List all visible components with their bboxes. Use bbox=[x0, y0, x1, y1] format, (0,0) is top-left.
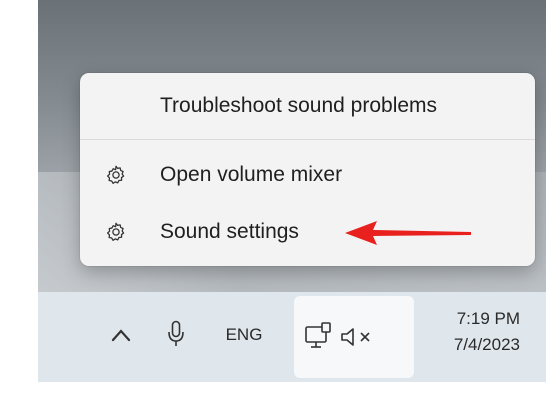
taskbar: ENG 7:19 PM 7/4/2023 bbox=[38, 292, 546, 382]
gear-icon bbox=[105, 221, 127, 243]
menu-item-label: Sound settings bbox=[160, 220, 299, 243]
menu-item-label: Troubleshoot sound problems bbox=[160, 94, 438, 117]
chevron-up-icon[interactable] bbox=[106, 320, 136, 350]
menu-item-open-volume-mixer[interactable]: Open volume mixer bbox=[80, 147, 535, 203]
menu-item-label: Open volume mixer bbox=[160, 163, 343, 186]
network-icon bbox=[302, 320, 334, 352]
gear-icon bbox=[105, 164, 127, 186]
network-sound-tray-button[interactable] bbox=[294, 296, 414, 378]
clock-time: 7:19 PM bbox=[456, 309, 520, 328]
clock-date: 7/4/2023 bbox=[453, 335, 520, 354]
microphone-icon[interactable] bbox=[163, 317, 189, 351]
language-indicator[interactable]: ENG bbox=[218, 322, 270, 348]
screen: Troubleshoot sound problems Open volume … bbox=[38, 0, 546, 382]
red-arrow-annotation bbox=[345, 221, 471, 245]
clock[interactable]: 7:19 PM 7/4/2023 bbox=[410, 306, 520, 358]
menu-item-troubleshoot[interactable]: Troubleshoot sound problems bbox=[80, 79, 535, 133]
menu-separator bbox=[80, 139, 535, 140]
speaker-muted-icon bbox=[338, 322, 378, 352]
